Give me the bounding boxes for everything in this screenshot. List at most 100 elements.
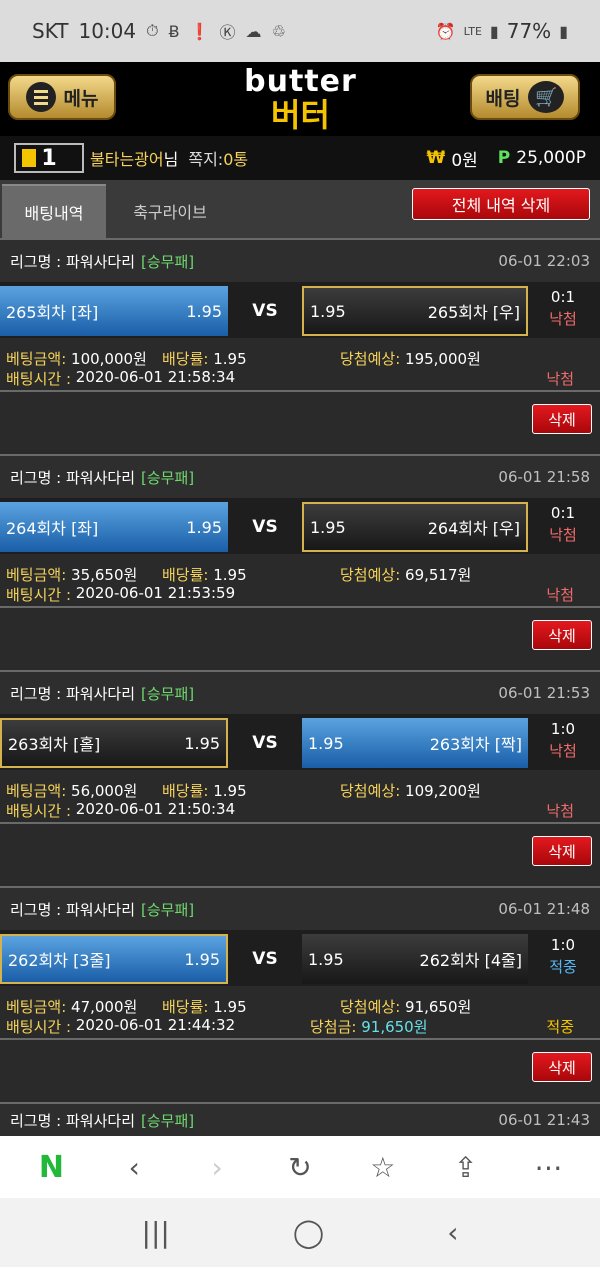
recycle-icon: ♲: [271, 21, 286, 41]
result-box: 1:0 낙첨: [530, 718, 596, 768]
delete-row: 삭제: [0, 606, 600, 670]
tab-bet-history[interactable]: 배팅내역: [2, 184, 106, 238]
left-option-selected[interactable]: 265회차 [좌] 1.95: [0, 286, 228, 336]
battery-level: 77%: [506, 19, 552, 43]
league-label: 리그명 :: [10, 1111, 66, 1130]
right-option-selected[interactable]: 1.95 263회차 [짝]: [302, 718, 528, 768]
score: 0:1: [550, 288, 576, 306]
result-box: 0:1 낙첨: [530, 286, 596, 336]
site-logo[interactable]: butter 버터: [233, 66, 368, 133]
star-icon[interactable]: ☆: [363, 1147, 403, 1187]
bet-status: 낙첨: [546, 370, 574, 388]
app-b-icon: Ƀ: [168, 21, 180, 41]
left-option-selected[interactable]: 264회차 [좌] 1.95: [0, 502, 228, 552]
delete-button[interactable]: 삭제: [532, 620, 592, 650]
bet-amount: 35,650원: [71, 566, 138, 584]
bet-amount-label: 베팅금액:: [6, 566, 72, 584]
result-box: 1:0 적중: [530, 934, 596, 984]
bet-time-label: 배팅시간 :: [6, 370, 76, 388]
bet-datetime: 06-01 21:58: [498, 468, 590, 486]
bet-info-line1: 베팅금액: 100,000원 배당률: 1.95 당첨예상: 195,000원: [6, 348, 596, 369]
expected-value: 195,000원: [405, 350, 481, 368]
match-row: 265회차 [좌] 1.95 VS 1.95 265회차 [우] 0:1 낙첨: [0, 282, 600, 338]
share-icon[interactable]: ⇪: [446, 1147, 486, 1187]
clock: 10:04: [78, 19, 137, 43]
expected-label: 당첨예상:: [340, 566, 406, 584]
tab-bar: 배팅내역 축구라이브 전체 내역 삭제: [0, 180, 600, 238]
bet-type-tag: [승무패]: [141, 684, 195, 703]
match-row: 264회차 [좌] 1.95 VS 1.95 264회차 [우] 0:1 낙첨: [0, 498, 600, 554]
right-option-label: 262회차 [4줄]: [419, 951, 522, 970]
bet-datetime: 06-01 22:03: [498, 252, 590, 270]
result-label: 낙첨: [549, 742, 577, 760]
menu-label: 메뉴: [63, 87, 99, 110]
browser-toolbar: N ‹ › ↻ ☆ ⇪ ⋯: [0, 1136, 600, 1198]
bet-datetime: 06-01 21:48: [498, 900, 590, 918]
bet-info-line2: 배팅시간 : 2020-06-01 21:44:32 당첨금: 91,650원: [6, 1016, 596, 1037]
bet-time-label: 배팅시간 :: [6, 1018, 76, 1036]
bet-amount: 100,000원: [71, 350, 147, 368]
note-label: 쪽지:: [188, 150, 224, 169]
delete-button[interactable]: 삭제: [532, 836, 592, 866]
point-balance: 25,000P: [516, 148, 586, 168]
recent-apps-icon[interactable]: |||: [142, 1216, 170, 1249]
bet-datetime: 06-01 21:43: [498, 1111, 590, 1129]
bet-info: 베팅금액: 56,000원 배당률: 1.95 당첨예상: 109,200원 배…: [0, 770, 600, 822]
league-row: 리그명 : 파워사다리 [승무패] 06-01 21:48: [0, 886, 600, 930]
more-icon[interactable]: ⋯: [528, 1147, 568, 1187]
right-option-label: 263회차 [짝]: [429, 735, 522, 754]
bet-amount: 47,000원: [71, 998, 138, 1016]
betting-button[interactable]: 배팅 🛒: [470, 74, 580, 120]
vs-label: VS: [252, 949, 278, 969]
league-row: 리그명 : 파워사다리 [승무패] 06-01 22:03: [0, 238, 600, 282]
score: 0:1: [550, 504, 576, 522]
android-nav-bar: ||| ◯ ‹: [0, 1198, 600, 1267]
match-row: 262회차 [3줄] 1.95 VS 1.95 262회차 [4줄] 1:0 적…: [0, 930, 600, 986]
left-option-odds: 1.95: [184, 949, 220, 969]
alarm-icon: ⏰: [435, 21, 456, 41]
left-option-selected[interactable]: 262회차 [3줄] 1.95: [0, 934, 228, 984]
delete-all-button[interactable]: 전체 내역 삭제: [412, 188, 590, 220]
right-option[interactable]: 1.95 262회차 [4줄]: [302, 934, 528, 984]
tab-soccer-live[interactable]: 축구라이브: [108, 184, 232, 238]
right-option-odds: 1.95: [308, 733, 344, 753]
bet-info-line1: 베팅금액: 35,650원 배당률: 1.95 당첨예상: 69,517원: [6, 564, 596, 585]
site-header: 메뉴 butter 버터 배팅 🛒: [0, 62, 600, 136]
odds-value: 1.95: [213, 782, 247, 800]
right-option[interactable]: 1.95 264회차 [우]: [302, 502, 528, 552]
right-option-odds: 1.95: [310, 301, 346, 321]
right-option[interactable]: 1.95 265회차 [우]: [302, 286, 528, 336]
won-balance: 0원: [451, 150, 478, 171]
delete-button[interactable]: 삭제: [532, 1052, 592, 1082]
left-option-label: 263회차 [홀]: [8, 735, 101, 754]
bet-info-line1: 베팅금액: 47,000원 배당률: 1.95 당첨예상: 91,650원: [6, 996, 596, 1017]
odds-label: 배당률:: [162, 350, 214, 368]
left-option-label: 262회차 [3줄]: [8, 951, 111, 970]
left-option[interactable]: 263회차 [홀] 1.95: [0, 718, 228, 768]
score: 1:0: [550, 936, 576, 954]
balance: ₩ 0원 P 25,000P: [427, 146, 600, 171]
match-row: 263회차 [홀] 1.95 VS 1.95 263회차 [짝] 1:0 낙첨: [0, 714, 600, 770]
nav-back-icon[interactable]: ‹: [447, 1216, 458, 1249]
delete-button[interactable]: 삭제: [532, 404, 592, 434]
bet-amount-label: 베팅금액:: [6, 782, 72, 800]
bet-status: 적중: [546, 1018, 574, 1036]
bet-entry: 리그명 : 파워사다리 [승무패] 06-01 21:48 262회차 [3줄]…: [0, 886, 600, 1102]
forward-icon[interactable]: ›: [197, 1147, 237, 1187]
bet-datetime: 06-01 21:53: [498, 684, 590, 702]
back-icon[interactable]: ‹: [114, 1147, 154, 1187]
level-badge: 1: [14, 143, 84, 173]
bet-type-tag: [승무패]: [141, 1111, 195, 1130]
left-option-odds: 1.95: [184, 733, 220, 753]
user-bar: 1 불타는광어 님 쪽지:0통 ₩ 0원 P 25,000P: [0, 136, 600, 180]
home-icon[interactable]: ◯: [293, 1216, 324, 1249]
bet-entry: 리그명 : 파워사다리 [승무패] 06-01 21:53 263회차 [홀] …: [0, 670, 600, 886]
menu-button[interactable]: 메뉴: [8, 74, 116, 120]
refresh-icon[interactable]: ↻: [280, 1147, 320, 1187]
bet-amount: 56,000원: [71, 782, 138, 800]
bet-time-label: 배팅시간 :: [6, 802, 76, 820]
message-count[interactable]: 쪽지:0통: [188, 146, 248, 170]
league-name: 파워사다리: [66, 684, 136, 703]
expected-label: 당첨예상:: [340, 782, 406, 800]
naver-home-icon[interactable]: N: [31, 1147, 71, 1187]
